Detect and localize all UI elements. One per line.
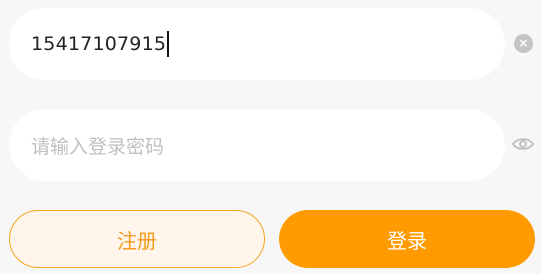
phone-input[interactable]: 15417107915 xyxy=(9,8,505,80)
register-button[interactable]: 注册 xyxy=(9,210,265,268)
eye-icon[interactable] xyxy=(511,136,535,152)
phone-input-value: 15417107915 xyxy=(31,33,167,55)
login-button[interactable]: 登录 xyxy=(279,210,535,268)
clear-icon[interactable]: × xyxy=(514,34,533,53)
password-input[interactable]: 请输入登录密码 xyxy=(9,109,505,181)
login-button-label: 登录 xyxy=(387,228,427,253)
register-button-label: 注册 xyxy=(117,228,157,253)
text-cursor xyxy=(167,31,170,57)
password-input-placeholder: 请输入登录密码 xyxy=(31,135,165,158)
